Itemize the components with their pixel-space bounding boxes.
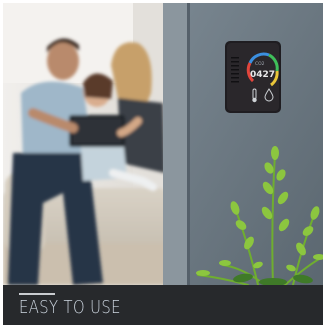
air-quality-monitor: CO2 0427 bbox=[225, 41, 281, 113]
product-image-frame: CO2 0427 EASY TO USE bbox=[0, 0, 326, 328]
co2-label: CO2 bbox=[255, 61, 265, 67]
caption-text: EASY TO USE bbox=[19, 297, 121, 318]
caption-rule bbox=[19, 293, 55, 295]
lifestyle-photo: CO2 0427 bbox=[3, 3, 323, 285]
co2-reading: 0427 bbox=[250, 70, 275, 80]
caption-bar: EASY TO USE bbox=[3, 285, 323, 325]
